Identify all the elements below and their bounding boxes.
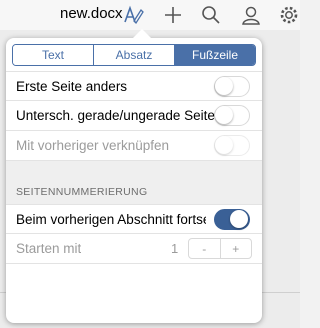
format-tabs: Text Absatz Fußzeile <box>12 44 256 66</box>
increment-button[interactable]: + <box>221 239 252 258</box>
link-to-previous-toggle[interactable] <box>214 135 250 156</box>
tab-paragraph[interactable]: Absatz <box>94 45 175 65</box>
toggle-knob <box>215 136 233 154</box>
toggle-knob <box>230 210 248 228</box>
user-icon[interactable] <box>240 4 262 26</box>
start-at-value: 1 <box>171 241 179 256</box>
start-at-stepper: - + <box>188 238 252 259</box>
option-label: Beim vorherigen Abschnitt fortset... <box>16 212 206 227</box>
option-odd-even-pages: Untersch. gerade/ungerade Seiten <box>6 101 262 131</box>
page-numbering-header: SEITENNUMMERIERUNG <box>16 186 148 198</box>
add-icon[interactable] <box>162 4 184 26</box>
start-at-label: Starten mit <box>16 241 82 256</box>
popover-arrow <box>132 29 152 39</box>
option-label: Mit vorheriger verknüpfen <box>16 138 170 153</box>
footer-options-popover: Text Absatz Fußzeile Erste Seite anders … <box>6 29 262 323</box>
option-start-at: Starten mit 1 - + <box>6 234 262 264</box>
option-link-to-previous: Mit vorheriger verknüpfen <box>6 131 262 161</box>
option-label: Untersch. gerade/ungerade Seiten <box>16 108 223 123</box>
document-title: new.docx <box>60 5 123 22</box>
format-icon[interactable] <box>122 4 144 26</box>
option-continue-numbering: Beim vorherigen Abschnitt fortset... <box>6 204 262 234</box>
decrement-button[interactable]: - <box>189 239 221 258</box>
tab-text[interactable]: Text <box>13 45 94 65</box>
different-first-page-toggle[interactable] <box>214 76 250 97</box>
continue-numbering-toggle[interactable] <box>214 209 250 230</box>
toggle-knob <box>215 106 233 124</box>
option-label: Erste Seite anders <box>16 79 128 94</box>
toolbar: new.docx <box>0 0 300 30</box>
settings-icon[interactable] <box>278 4 300 26</box>
option-different-first-page: Erste Seite anders <box>6 71 262 101</box>
search-icon[interactable] <box>200 4 222 26</box>
odd-even-pages-toggle[interactable] <box>214 105 250 126</box>
tab-footer[interactable]: Fußzeile <box>175 45 255 65</box>
section-header-area: SEITENNUMMERIERUNG <box>6 161 262 204</box>
toggle-knob <box>215 77 233 95</box>
